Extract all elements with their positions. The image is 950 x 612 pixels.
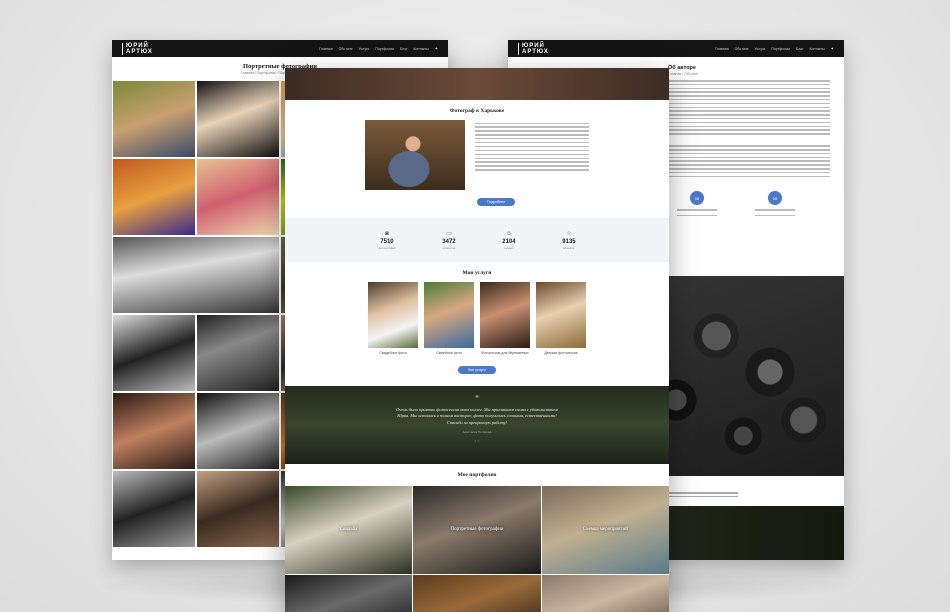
stat-value: 3472: [442, 239, 456, 245]
nav-item-contacts[interactable]: Контакты: [414, 47, 429, 51]
stat-item: ☆ 9135 отзывов: [562, 230, 575, 250]
stats-bar: ◙ 7510 фотографий ▭ 3472 клиентов ☺ 2104…: [285, 218, 669, 262]
service-caption: Свадебное фото: [379, 351, 407, 355]
people-icon: ☺: [505, 230, 513, 237]
breadcrumb: Главная / Обо мне: [668, 72, 699, 76]
portfolio-tile-events[interactable]: Съемка мероприятий: [541, 485, 669, 574]
nav-item-portfolio[interactable]: Портфолио: [771, 47, 790, 51]
portfolio-label: Свадьба: [339, 527, 358, 532]
gallery-photo[interactable]: [113, 393, 195, 469]
site-header: ЮРИЙ АРТЮХ Главная Обо мне Услуги Портфо…: [112, 40, 448, 57]
stat-value: 2104: [502, 238, 516, 245]
more-button[interactable]: Подробнее: [477, 198, 516, 206]
gallery-photo[interactable]: [197, 159, 279, 235]
gallery-photo[interactable]: [113, 471, 195, 547]
badge-number: 08: [690, 191, 704, 206]
gallery-photo[interactable]: [113, 81, 195, 157]
stat-label: отзывов: [563, 246, 575, 250]
service-photo: [424, 282, 474, 348]
nav-item-contacts[interactable]: Контакты: [810, 47, 825, 51]
star-icon: ☆: [566, 231, 572, 237]
stat-item: ☺ 2104 свадеб: [502, 231, 515, 250]
achievement-badge: 08: [677, 191, 717, 217]
intro-section: Фотограф в Харькове: [285, 100, 669, 190]
service-caption: Фотосессия для беременных: [481, 351, 529, 355]
service-card[interactable]: Семейное фото: [424, 282, 474, 356]
service-card[interactable]: Детская фотосессия: [536, 282, 586, 356]
service-photo: [480, 282, 530, 348]
badge-number: 05: [768, 191, 782, 206]
nav-item-blog[interactable]: Блог: [400, 47, 408, 51]
service-caption: Детская фотосессия: [544, 351, 578, 355]
intro-title: Фотограф в Харькове: [449, 108, 505, 114]
all-services-button[interactable]: Все услуги: [458, 365, 496, 374]
nav-item-services[interactable]: Услуги: [359, 47, 370, 51]
stat-value: 7510: [380, 238, 394, 245]
vk-icon[interactable]: ✦: [831, 46, 834, 51]
services-title: Мои услуги: [462, 270, 492, 276]
camera-icon: ◙: [385, 230, 389, 237]
gallery-photo[interactable]: [113, 237, 279, 313]
service-card[interactable]: Свадебное фото: [368, 282, 418, 356]
video-icon: ▭: [446, 231, 452, 237]
about-text: [668, 80, 830, 135]
stat-label: свадеб: [504, 245, 514, 250]
quote-icon: “: [475, 393, 479, 405]
service-photo: [536, 282, 586, 348]
service-card[interactable]: Фотосессия для беременных: [480, 282, 530, 356]
main-nav: Главная Обо мне Услуги Портфолио Блог Ко…: [319, 46, 438, 51]
gallery-photo[interactable]: [197, 315, 279, 391]
site-header: ЮРИЙ АРТЮХ Главная Обо мне Услуги Портфо…: [508, 40, 844, 57]
nav-item-blog[interactable]: Блог: [796, 47, 804, 51]
slider-dots[interactable]: • ○: [285, 438, 669, 443]
portfolio-label: Портретные фотографии: [450, 527, 504, 532]
portfolio-tile[interactable]: [413, 574, 541, 612]
vk-icon[interactable]: ✦: [435, 46, 438, 51]
stat-item: ◙ 7510 фотографий: [378, 231, 395, 250]
nav-item-home[interactable]: Главная: [715, 47, 728, 51]
nav-item-services[interactable]: Услуги: [755, 47, 766, 51]
gallery-photo[interactable]: [113, 315, 195, 391]
service-photo: [368, 282, 418, 348]
gallery-photo[interactable]: [197, 471, 279, 547]
testimonial-text: Очень было приятно фотосессия моих колле…: [396, 406, 558, 425]
portfolio-tile[interactable]: [541, 574, 669, 612]
photographer-photo: [365, 120, 465, 190]
nav-item-about[interactable]: Обо мне: [735, 47, 749, 51]
testimonial-author: Анастасия Полякова: [462, 430, 492, 434]
stat-value: 9135: [562, 239, 576, 245]
services-section: Мои услуги Свадебное фото Семейное фото …: [285, 262, 669, 376]
portfolio-section: Мое портфолио Свадьба Портретные фотогра…: [285, 464, 669, 612]
portfolio-title: Мое портфолио: [457, 471, 497, 478]
stat-label: фотографий: [378, 245, 396, 250]
testimonial-section: “ Очень было приятно фотосессия моих кол…: [285, 385, 669, 464]
hero-image: [285, 68, 669, 100]
logo[interactable]: ЮРИЙ АРТЮХ: [518, 42, 549, 55]
logo-line-2: АРТЮХ: [126, 48, 153, 55]
achievement-badge: 05: [755, 191, 795, 217]
logo-line-2: АРТЮХ: [522, 48, 549, 55]
home-page-mockup: Фотограф в Харькове Подробнее ◙ 7510 фот…: [285, 68, 669, 612]
nav-item-home[interactable]: Главная: [319, 47, 332, 51]
portfolio-tile-wedding[interactable]: Свадьба: [285, 485, 413, 574]
portfolio-tile[interactable]: [285, 574, 413, 612]
nav-item-portfolio[interactable]: Портфолио: [375, 47, 394, 51]
service-caption: Семейное фото: [436, 351, 462, 355]
intro-text: [475, 120, 589, 190]
portfolio-label: Съемка мероприятий: [582, 527, 628, 532]
about-title: Об авторе: [668, 65, 696, 71]
logo[interactable]: ЮРИЙ АРТЮХ: [122, 42, 153, 55]
gallery-photo[interactable]: [197, 393, 279, 469]
gallery-photo[interactable]: [113, 159, 195, 235]
gallery-photo[interactable]: [197, 81, 279, 157]
main-nav: Главная Обо мне Услуги Портфолио Блог Ко…: [715, 46, 834, 51]
stat-item: ▭ 3472 клиентов: [442, 230, 455, 250]
nav-item-about[interactable]: Обо мне: [339, 47, 353, 51]
portfolio-tile-portraits[interactable]: Портретные фотографии: [413, 485, 541, 574]
stat-label: клиентов: [442, 246, 456, 250]
